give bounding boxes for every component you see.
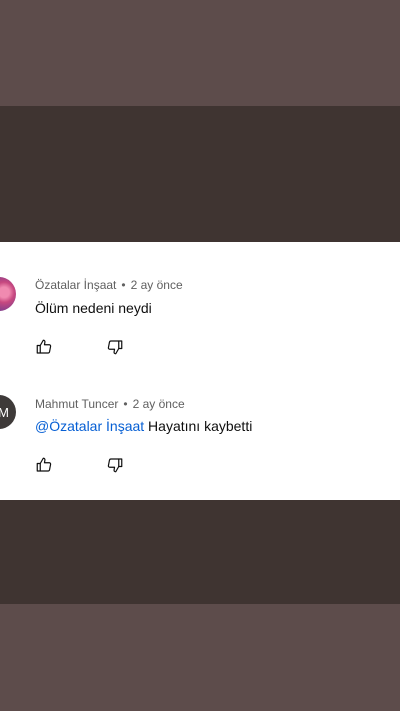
comment-text: @Özatalar İnşaat Hayatını kaybetti	[35, 418, 252, 434]
comment-author[interactable]: Mahmut Tuncer	[35, 397, 118, 411]
meta-separator: •	[121, 278, 126, 292]
comment-author[interactable]: Özatalar İnşaat	[35, 278, 116, 292]
thumbs-up-icon[interactable]	[35, 338, 53, 356]
mention-link[interactable]: @Özatalar İnşaat	[35, 418, 144, 434]
comment-meta: Mahmut Tuncer • 2 ay önce	[35, 397, 185, 411]
reply-text: Hayatını kaybetti	[148, 418, 253, 434]
background-band-dark-top	[0, 106, 400, 242]
background-band-dark-bottom	[0, 500, 400, 604]
commenter-avatar[interactable]	[0, 277, 16, 311]
commenter-avatar[interactable]: M	[0, 395, 16, 429]
comment-time: 2 ay önce	[132, 397, 185, 411]
background-band-top	[0, 0, 400, 106]
comments-card: Özatalar İnşaat • 2 ay önce Ölüm nedeni ne…	[0, 242, 400, 500]
comment-time: 2 ay önce	[130, 278, 183, 292]
thumbs-down-icon[interactable]	[106, 456, 124, 474]
comment-text: Ölüm nedeni neydi	[35, 300, 152, 316]
thumbs-up-icon[interactable]	[35, 456, 53, 474]
avatar-initial: M	[0, 404, 9, 420]
meta-separator: •	[123, 397, 128, 411]
background-band-bottom	[0, 604, 400, 711]
comment-meta: Özatalar İnşaat • 2 ay önce	[35, 278, 183, 292]
thumbs-down-icon[interactable]	[106, 338, 124, 356]
